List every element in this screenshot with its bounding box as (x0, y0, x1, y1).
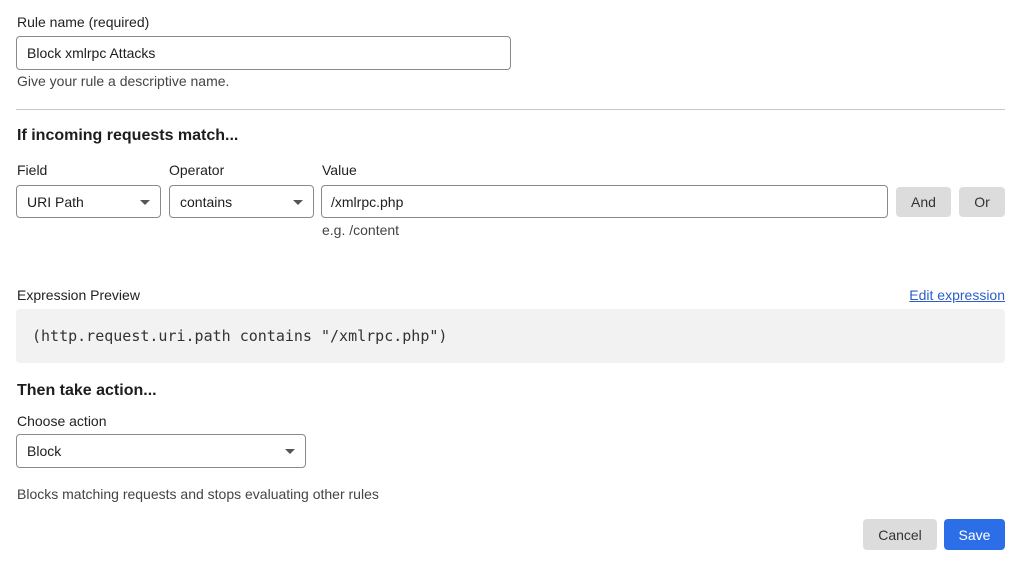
action-section-title: Then take action... (17, 382, 157, 399)
operator-select[interactable]: contains (169, 185, 314, 218)
chevron-down-icon (293, 199, 303, 205)
operator-select-value: contains (180, 193, 233, 210)
or-button[interactable]: Or (959, 187, 1005, 217)
section-divider (16, 109, 1005, 110)
field-select[interactable]: URI Path (16, 185, 161, 218)
chevron-down-icon (140, 199, 150, 205)
expression-text: (http.request.uri.path contains "/xmlrpc… (32, 327, 448, 345)
value-hint: e.g. /content (322, 222, 400, 238)
rule-name-input[interactable]: Block xmlrpc Attacks (16, 36, 511, 70)
chevron-down-icon (285, 449, 295, 454)
match-section-title: If incoming requests match... (17, 127, 239, 144)
action-description: Blocks matching requests and stops evalu… (17, 486, 379, 502)
save-button[interactable]: Save (944, 519, 1005, 550)
edit-expression-link[interactable]: Edit expression (909, 287, 1005, 303)
action-select-value: Block (27, 443, 62, 459)
expression-preview: (http.request.uri.path contains "/xmlrpc… (16, 309, 1005, 363)
rule-name-value: Block xmlrpc Attacks (27, 45, 156, 61)
rule-name-help: Give your rule a descriptive name. (17, 73, 230, 89)
rule-name-label: Rule name (required) (17, 14, 150, 30)
operator-label: Operator (169, 162, 225, 178)
action-select[interactable]: Block (16, 434, 306, 468)
value-input[interactable]: /xmlrpc.php (321, 185, 888, 218)
value-label: Value (322, 162, 357, 178)
choose-action-label: Choose action (17, 413, 107, 429)
field-select-value: URI Path (27, 193, 84, 210)
field-label: Field (17, 162, 48, 178)
and-button[interactable]: And (896, 187, 951, 217)
cancel-button[interactable]: Cancel (863, 519, 937, 550)
value-input-value: /xmlrpc.php (331, 193, 404, 210)
expression-preview-label: Expression Preview (17, 287, 140, 303)
